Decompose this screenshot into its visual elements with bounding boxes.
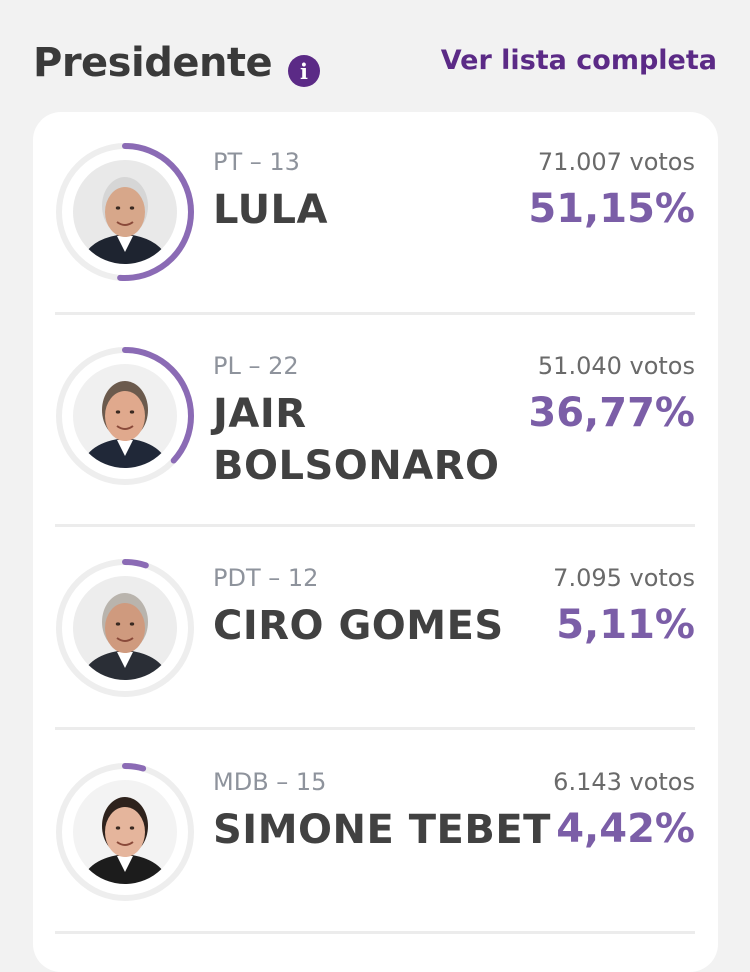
candidate-name: SIMONE TEBET (213, 807, 551, 853)
party-label: PL – 22 (213, 352, 299, 380)
candidate-avatar (55, 558, 195, 698)
candidate-name: CIRO GOMES (213, 603, 504, 649)
candidate-avatar (55, 142, 195, 282)
vote-count: 71.007 votos (537, 148, 695, 176)
party-label: PDT – 12 (213, 564, 319, 592)
candidate-name-line1: JAIR (213, 391, 307, 437)
vote-count: 51.040 votos (537, 352, 695, 380)
vote-percent: 4,42% (556, 806, 695, 852)
candidate-row[interactable]: PT – 13 LULA 71.007 votos 51,15% (55, 142, 695, 322)
party-label: MDB – 15 (213, 768, 327, 796)
section-header: Presidente i Ver lista completa (0, 0, 750, 110)
view-full-list-link[interactable]: Ver lista completa (441, 45, 717, 76)
candidate-name: LULA (213, 187, 328, 233)
section-title: Presidente (33, 40, 273, 86)
candidate-photo (73, 160, 177, 264)
vote-percent: 51,15% (528, 186, 695, 232)
vote-count: 6.143 votos (553, 768, 695, 796)
results-card: PT – 13 LULA 71.007 votos 51,15% PL – 22… (33, 112, 718, 972)
vote-count: 7.095 votos (553, 564, 695, 592)
row-divider (55, 931, 695, 934)
candidate-row[interactable]: PDT – 12 CIRO GOMES 7.095 votos 5,11% (55, 558, 695, 738)
row-divider (55, 524, 695, 527)
candidate-row[interactable]: MDB – 15 SIMONE TEBET 6.143 votos 4,42% (55, 762, 695, 942)
vote-percent: 36,77% (528, 390, 695, 436)
candidate-row[interactable]: PL – 22 JAIR BOLSONARO 51.040 votos 36,7… (55, 346, 695, 526)
row-divider (55, 312, 695, 315)
candidate-photo (73, 364, 177, 468)
candidate-avatar (55, 346, 195, 486)
candidate-name-line2: BOLSONARO (213, 443, 500, 489)
vote-percent: 5,11% (556, 602, 695, 648)
row-divider (55, 727, 695, 730)
candidate-photo (73, 576, 177, 680)
info-icon[interactable]: i (288, 55, 320, 87)
candidate-photo (73, 780, 177, 884)
party-label: PT – 13 (213, 148, 300, 176)
candidate-avatar (55, 762, 195, 902)
